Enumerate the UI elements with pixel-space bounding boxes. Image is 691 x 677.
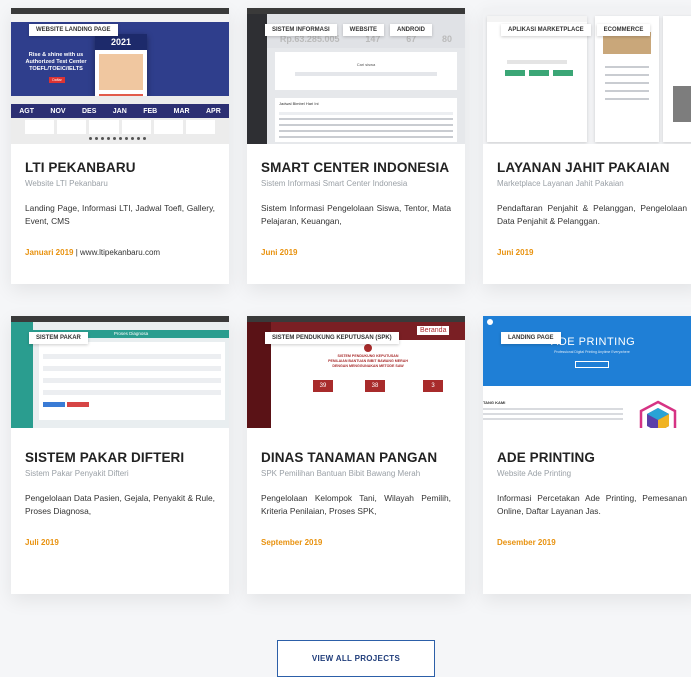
month-label: JAN bbox=[112, 107, 127, 115]
project-thumbnail[interactable]: Rp.63.285.005 147 67 80 Cari siswa Jadwa… bbox=[247, 8, 465, 144]
hero-headline: Rise & shine with us Authorized Test Cen… bbox=[25, 52, 87, 72]
view-all-projects-label: View All Projects bbox=[311, 654, 401, 663]
count-box: 38 bbox=[365, 380, 385, 392]
project-date: Juni 2019 bbox=[497, 248, 534, 257]
project-title[interactable]: ADE PRINTING bbox=[497, 450, 687, 465]
project-card-layanan-jahit-pakaian[interactable]: Aplikasi Marketplace Ecommerce LAYANAN J… bbox=[483, 8, 691, 284]
project-date: Juli 2019 bbox=[25, 538, 59, 547]
site-nav bbox=[11, 14, 229, 22]
search-panel-title: Cari siswa bbox=[356, 62, 376, 67]
section-heading: TANG KAMI bbox=[483, 400, 506, 405]
brand-tagline: Professional Digital Printing Anytime Ev… bbox=[554, 350, 630, 354]
project-thumbnail[interactable]: Beranda SISTEM PENDUKUNG KEPUTUSAN PENIL… bbox=[247, 316, 465, 428]
spk-heading: SISTEM PENDUKUNG KEPUTUSAN PENILAIAN BAN… bbox=[328, 354, 408, 368]
project-url[interactable]: www.ltipekanbaru.com bbox=[80, 248, 160, 257]
project-date: Juni 2019 bbox=[261, 248, 298, 257]
month-row: AGT NOV DES JAN FEB MAR APR bbox=[11, 104, 229, 118]
category-tag: Android bbox=[390, 24, 433, 36]
cube-logo-icon bbox=[639, 400, 677, 428]
project-thumbnail[interactable]: Aplikasi Marketplace Ecommerce bbox=[483, 8, 691, 144]
category-tag: Website bbox=[342, 24, 385, 36]
project-thumbnail[interactable]: Rise & shine with us Authorized Test Cen… bbox=[11, 8, 229, 144]
project-subtitle: Marketplace Layanan Jahit Pakaian bbox=[497, 179, 624, 188]
project-subtitle: Website LTI Pekanbaru bbox=[25, 179, 108, 188]
project-card-ade-printing[interactable]: ADE PRINTING Professional Digital Printi… bbox=[483, 316, 691, 594]
project-description: Sistem Informasi Pengelolaan Siswa, Tent… bbox=[261, 203, 451, 226]
project-date: Desember 2019 bbox=[497, 538, 556, 547]
project-subtitle: Sistem Informasi Smart Center Indonesia bbox=[261, 179, 408, 188]
project-description: Pengelolaan Kelompok Tani, Wilayah Pemil… bbox=[261, 493, 451, 516]
count-box: 39 bbox=[313, 380, 333, 392]
category-tag: Website Landing Page bbox=[29, 24, 118, 36]
hero-button bbox=[575, 361, 609, 368]
logo-icon bbox=[487, 319, 493, 325]
project-subtitle: SPK Pemilihan Bantuan Bibit Bawang Merah bbox=[261, 469, 421, 478]
month-label: NOV bbox=[50, 107, 66, 115]
separator: | bbox=[75, 248, 78, 257]
schedule-table-title: Jadwal Bimbel Hari Ini bbox=[279, 101, 319, 106]
category-tag: Sistem Pakar bbox=[29, 332, 88, 344]
project-date: September 2019 bbox=[261, 538, 323, 547]
page-breadcrumb: Beranda bbox=[417, 326, 450, 335]
schedule-table: Jadwal Bimbel Hari Ini bbox=[275, 98, 457, 142]
project-date-line: Januari 2019 | www.ltipekanbaru.com bbox=[25, 248, 215, 257]
mobile-screen-list bbox=[663, 16, 691, 142]
project-title[interactable]: LTI PEKANBARU bbox=[25, 160, 215, 175]
tag-list: Sistem Informasi Website Android bbox=[265, 24, 433, 36]
project-card-smart-center-indonesia[interactable]: Rp.63.285.005 147 67 80 Cari siswa Jadwa… bbox=[247, 8, 465, 284]
project-title[interactable]: LAYANAN JAHIT PAKAIAN bbox=[497, 160, 687, 175]
month-label: APR bbox=[205, 107, 221, 115]
carousel-dots[interactable] bbox=[89, 137, 149, 140]
category-tag: Sistem Pendukung Keputusan (SPK) bbox=[265, 332, 399, 344]
tag-list: Sistem Pakar bbox=[29, 332, 88, 344]
view-all-projects-button[interactable]: View All Projects bbox=[277, 640, 435, 677]
tag-list: Sistem Pendukung Keputusan (SPK) bbox=[265, 332, 399, 344]
project-card-sistem-pakar-difteri[interactable]: Proses Diagnosa Sistem Pakar SISTEM PAKA… bbox=[11, 316, 229, 594]
category-tag: Landing Page bbox=[501, 332, 561, 344]
project-card-dinas-tanaman-pangan[interactable]: Beranda SISTEM PENDUKUNG KEPUTUSAN PENIL… bbox=[247, 316, 465, 594]
diagnosis-form bbox=[39, 342, 225, 420]
tag-list: Aplikasi Marketplace Ecommerce bbox=[501, 24, 651, 36]
search-panel: Cari siswa bbox=[275, 52, 457, 90]
browser-bar bbox=[11, 316, 229, 322]
project-title[interactable]: DINAS TANAMAN PANGAN bbox=[261, 450, 451, 465]
category-tag: Sistem Informasi bbox=[265, 24, 337, 36]
project-date: Januari 2019 bbox=[25, 248, 74, 257]
tag-list: Landing Page bbox=[501, 332, 561, 344]
tag-list: Website Landing Page bbox=[29, 24, 118, 36]
project-description: Pendaftaran Penjahit & Pelanggan, Pengel… bbox=[497, 203, 687, 226]
schedule-cells bbox=[25, 120, 216, 134]
category-tag: Ecommerce bbox=[596, 24, 651, 36]
month-label: FEB bbox=[143, 107, 158, 115]
project-thumbnail[interactable]: Proses Diagnosa Sistem Pakar bbox=[11, 316, 229, 428]
project-card-lti-pekanbaru[interactable]: Rise & shine with us Authorized Test Cen… bbox=[11, 8, 229, 284]
stat-value: 80 bbox=[442, 34, 453, 44]
month-label: DES bbox=[81, 107, 97, 115]
project-title[interactable]: SISTEM PAKAR DIFTERI bbox=[25, 450, 215, 465]
project-thumbnail[interactable]: ADE PRINTING Professional Digital Printi… bbox=[483, 316, 691, 428]
category-tag: Aplikasi Marketplace bbox=[501, 24, 591, 36]
count-box: 3 bbox=[423, 380, 443, 392]
project-description: Informasi Percetakan Ade Printing, Pemes… bbox=[497, 493, 687, 516]
project-description: Pengelolaan Data Pasien, Gejala, Penyaki… bbox=[25, 493, 215, 516]
project-description: Landing Page, Informasi LTI, Jadwal Toef… bbox=[25, 203, 215, 226]
month-label: MAR bbox=[173, 107, 190, 115]
brand-name: ADE PRINTING bbox=[551, 336, 636, 348]
browser-bar bbox=[247, 316, 465, 322]
project-title[interactable]: SMART CENTER INDONESIA bbox=[261, 160, 451, 175]
poster-year: 2021 bbox=[95, 34, 147, 50]
hero-button: Daftar bbox=[49, 77, 65, 83]
project-subtitle: Sistem Pakar Penyakit Difteri bbox=[25, 469, 129, 478]
month-label: AGT bbox=[19, 107, 34, 115]
admin-sidebar bbox=[247, 14, 267, 144]
project-subtitle: Website Ade Printing bbox=[497, 469, 572, 478]
